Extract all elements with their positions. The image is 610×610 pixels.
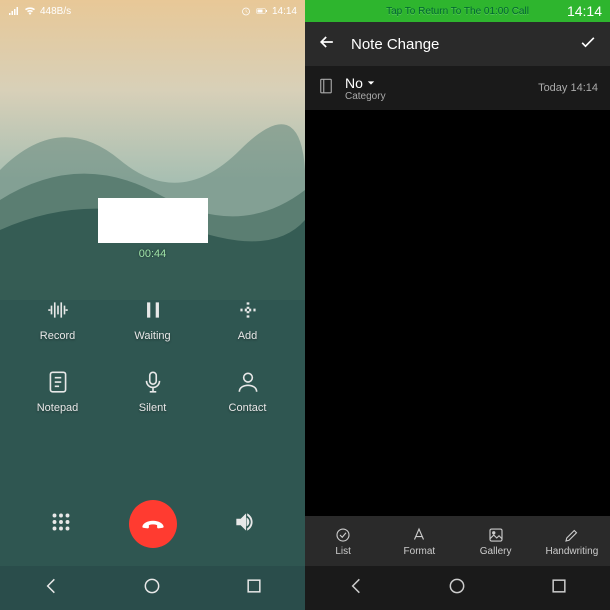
call-screen: 448B/s 14:14 00:44 Record Waiting Add No… bbox=[0, 0, 305, 610]
silent-button[interactable]: Silent bbox=[105, 368, 200, 414]
return-to-call-bar[interactable]: Tap To Return To The 01:00 Call 14:14 bbox=[305, 0, 610, 22]
pencil-icon bbox=[563, 526, 581, 544]
note-title-dropdown[interactable]: No bbox=[345, 75, 386, 91]
note-editor-screen: Tap To Return To The 01:00 Call 14:14 No… bbox=[305, 0, 610, 610]
record-label: Record bbox=[40, 330, 75, 342]
callbar-time: 14:14 bbox=[567, 3, 602, 19]
nav-bar-left bbox=[0, 566, 305, 610]
nav-back-r[interactable] bbox=[346, 576, 366, 601]
note-title: No bbox=[345, 75, 363, 91]
format-button[interactable]: Format bbox=[381, 516, 457, 566]
add-label: Add bbox=[238, 330, 258, 342]
net-speed: 448B/s bbox=[40, 6, 71, 17]
status-time: 14:14 bbox=[272, 6, 297, 17]
chevron-down-icon bbox=[367, 79, 375, 87]
nav-back[interactable] bbox=[41, 576, 61, 601]
contact-label: Contact bbox=[229, 402, 267, 414]
add-call-icon bbox=[234, 296, 262, 324]
mic-icon bbox=[139, 368, 167, 396]
wifi-icon bbox=[24, 5, 36, 17]
nav-recent-r[interactable] bbox=[549, 576, 569, 601]
handwriting-button[interactable]: Handwriting bbox=[534, 516, 610, 566]
note-date: Today 14:14 bbox=[538, 82, 598, 94]
title-bar: Note Change bbox=[305, 22, 610, 66]
callbar-text: Tap To Return To The 01:00 Call bbox=[386, 6, 529, 17]
nav-recent[interactable] bbox=[244, 576, 264, 601]
record-button[interactable]: Record bbox=[10, 296, 105, 342]
bottom-controls bbox=[0, 500, 305, 548]
contact-icon bbox=[234, 368, 262, 396]
contact-button[interactable]: Contact bbox=[200, 368, 295, 414]
nav-home[interactable] bbox=[142, 576, 162, 601]
note-header: No Category Today 14:14 bbox=[305, 66, 610, 110]
confirm-button[interactable] bbox=[578, 32, 598, 56]
page-title: Note Change bbox=[351, 36, 439, 53]
dialpad-button[interactable] bbox=[48, 509, 74, 540]
speaker-button[interactable] bbox=[232, 509, 258, 540]
list-button[interactable]: List bbox=[305, 516, 381, 566]
battery-icon bbox=[256, 5, 268, 17]
end-call-button[interactable] bbox=[129, 500, 177, 548]
pause-icon bbox=[139, 296, 167, 324]
checklist-icon bbox=[334, 526, 352, 544]
editor-toolbar: List Format Gallery Handwriting bbox=[305, 516, 610, 566]
status-bar: 448B/s 14:14 bbox=[0, 0, 305, 22]
notepad-label: Notepad bbox=[37, 402, 79, 414]
signal-icon bbox=[8, 5, 20, 17]
nav-home-r[interactable] bbox=[447, 576, 467, 601]
waiting-button[interactable]: Waiting bbox=[105, 296, 200, 342]
record-icon bbox=[44, 296, 72, 324]
note-body[interactable] bbox=[305, 110, 610, 516]
call-timer: 00:44 bbox=[0, 248, 305, 260]
hangup-icon bbox=[140, 511, 166, 537]
waiting-label: Waiting bbox=[134, 330, 170, 342]
gallery-button[interactable]: Gallery bbox=[458, 516, 534, 566]
call-controls-grid: Record Waiting Add Notepad Silent Contac… bbox=[0, 296, 305, 414]
notepad-icon bbox=[44, 368, 72, 396]
silent-label: Silent bbox=[139, 402, 167, 414]
image-icon bbox=[487, 526, 505, 544]
caller-name-box bbox=[98, 198, 208, 243]
back-button[interactable] bbox=[317, 32, 337, 56]
text-format-icon bbox=[410, 526, 428, 544]
alarm-icon bbox=[240, 5, 252, 17]
notebook-icon[interactable] bbox=[317, 77, 335, 100]
notepad-button[interactable]: Notepad bbox=[10, 368, 105, 414]
nav-bar-right bbox=[305, 566, 610, 610]
note-category: Category bbox=[345, 91, 386, 102]
add-button[interactable]: Add bbox=[200, 296, 295, 342]
